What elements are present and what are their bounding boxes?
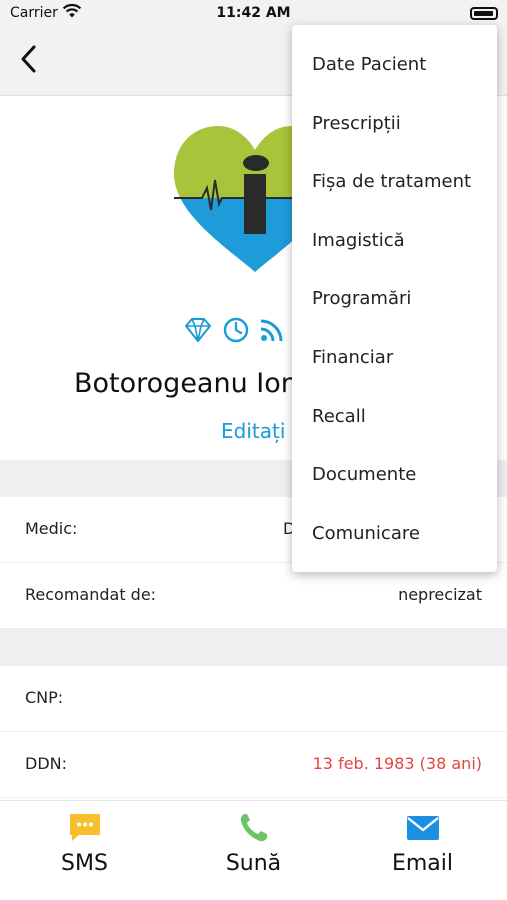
- email-icon: [406, 816, 439, 840]
- menu-item-financial[interactable]: Financiar: [312, 347, 393, 368]
- recommended-by-value: neprecizat: [398, 585, 482, 604]
- patient-name: Botorogeanu Ion: [74, 368, 298, 399]
- clock-icon: [223, 317, 249, 343]
- sms-label: SMS: [61, 851, 108, 876]
- patient-options-menu: Date Pacient Prescripții Fișa de tratame…: [292, 25, 497, 572]
- edit-patient-link[interactable]: Editați: [221, 419, 285, 443]
- menu-item-communication[interactable]: Comunicare: [312, 523, 420, 544]
- sms-button[interactable]: SMS: [0, 811, 169, 891]
- section-separator: [0, 629, 507, 666]
- menu-item-treatment-sheet[interactable]: Fișa de tratament: [312, 171, 471, 192]
- menu-item-patient-data[interactable]: Date Pacient: [312, 54, 426, 75]
- menu-item-recall[interactable]: Recall: [312, 406, 366, 427]
- sms-icon: [69, 814, 100, 841]
- medic-label: Medic:: [25, 519, 78, 538]
- menu-item-imaging[interactable]: Imagistică: [312, 230, 405, 251]
- detail-row-recommended-by[interactable]: Recomandat de: neprecizat: [0, 563, 507, 629]
- battery-icon: [470, 7, 498, 20]
- email-button[interactable]: Email: [338, 811, 507, 891]
- menu-item-appointments[interactable]: Programări: [312, 288, 411, 309]
- status-time: 11:42 AM: [216, 5, 291, 21]
- phone-icon: [240, 814, 267, 842]
- birth-date-label: DDN:: [25, 754, 67, 773]
- rss-icon: [260, 319, 283, 342]
- recommended-by-label: Recomandat de:: [25, 585, 157, 604]
- email-label: Email: [391, 851, 454, 876]
- call-label: Sună: [225, 851, 282, 876]
- detail-row-birth-date[interactable]: DDN: 13 feb. 1983 (38 ani): [0, 732, 507, 798]
- menu-item-prescriptions[interactable]: Prescripții: [312, 113, 401, 134]
- birth-date-value: 13 feb. 1983 (38 ani): [312, 754, 482, 773]
- back-chevron-icon[interactable]: [14, 42, 44, 76]
- cnp-label: CNP:: [25, 688, 64, 707]
- diamond-icon: [185, 318, 211, 342]
- detail-row-cnp[interactable]: CNP:: [0, 666, 507, 732]
- status-bar: Carrier 11:42 AM: [0, 0, 507, 28]
- call-button[interactable]: Sună: [169, 811, 338, 891]
- contact-action-bar: SMS Sună Email: [0, 800, 507, 900]
- menu-item-documents[interactable]: Documente: [312, 464, 416, 485]
